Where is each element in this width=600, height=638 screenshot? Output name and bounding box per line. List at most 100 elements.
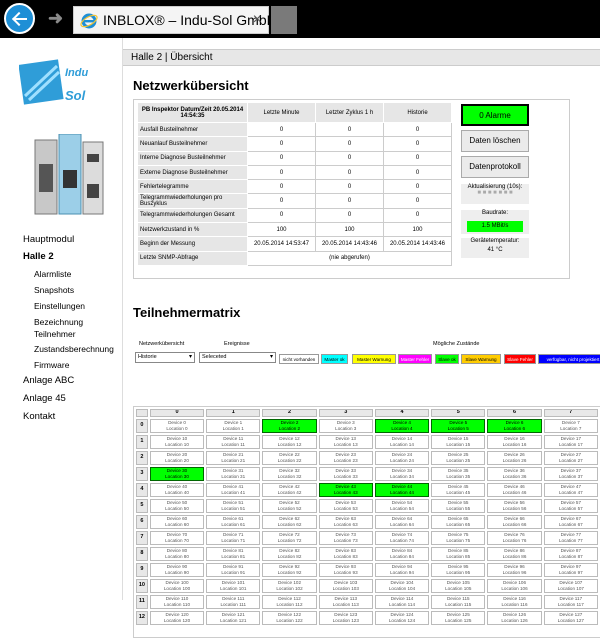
matrix-cell[interactable]: Device 82 Location 82: [262, 546, 317, 561]
matrix-cell[interactable]: Device 120 Location 120: [149, 610, 205, 625]
matrix-cell[interactable]: Device 4 Location 4: [374, 418, 430, 433]
matrix-cell[interactable]: Device 26 Location 26: [487, 450, 542, 465]
matrix-cell[interactable]: Device 67 Location 67: [543, 514, 598, 529]
matrix-cell[interactable]: Device 87 Location 87: [543, 546, 598, 561]
matrix-cell[interactable]: Device 92 Location 92: [262, 562, 317, 577]
matrix-cell[interactable]: Device 43 Location 43: [318, 482, 373, 497]
matrix-cell[interactable]: Device 84 Location 84: [374, 546, 430, 561]
matrix-cell[interactable]: Device 121 Location 121: [206, 610, 261, 625]
matrix-cell[interactable]: Device 76 Location 76: [487, 530, 542, 545]
matrix-cell[interactable]: Device 113 Location 113: [318, 594, 373, 609]
new-tab-button[interactable]: [271, 6, 297, 34]
matrix-cell[interactable]: Device 81 Location 81: [206, 546, 261, 561]
events-select[interactable]: Seleceted: [199, 352, 276, 363]
matrix-cell[interactable]: Device 6 Location 6: [487, 418, 542, 433]
matrix-cell[interactable]: Device 42 Location 42: [262, 482, 317, 497]
sidebar-item-einstellungen[interactable]: Einstellungen: [34, 300, 85, 312]
matrix-cell[interactable]: Device 51 Location 51: [206, 498, 261, 513]
matrix-cell[interactable]: Device 46 Location 46: [487, 482, 542, 497]
sidebar-item-firmware[interactable]: Firmware: [34, 359, 69, 371]
matrix-cell[interactable]: Device 66 Location 66: [487, 514, 542, 529]
matrix-cell[interactable]: Device 10 Location 10: [149, 434, 205, 449]
browser-tab[interactable]: INBLOX® – Indu-Sol GmbH ×: [73, 6, 277, 34]
matrix-cell[interactable]: Device 37 Location 37: [543, 466, 598, 481]
matrix-cell[interactable]: Device 2 Location 2: [262, 418, 317, 433]
matrix-cell[interactable]: Device 111 Location 111: [206, 594, 261, 609]
matrix-cell[interactable]: Device 110 Location 110: [149, 594, 205, 609]
matrix-cell[interactable]: Device 100 Location 100: [149, 578, 205, 593]
matrix-cell[interactable]: Device 74 Location 74: [374, 530, 430, 545]
sidebar-item-zustandsberechnung[interactable]: Zustandsberechnung: [34, 343, 114, 355]
matrix-cell[interactable]: Device 124 Location 124: [374, 610, 430, 625]
matrix-cell[interactable]: Device 50 Location 50: [149, 498, 205, 513]
matrix-cell[interactable]: Device 90 Location 90: [149, 562, 205, 577]
matrix-cell[interactable]: Device 30 Location 30: [149, 466, 205, 481]
matrix-cell[interactable]: Device 44 Location 44: [374, 482, 430, 497]
matrix-cell[interactable]: Device 36 Location 36: [487, 466, 542, 481]
matrix-cell[interactable]: Device 106 Location 106: [487, 578, 542, 593]
matrix-cell[interactable]: Device 62 Location 62: [262, 514, 317, 529]
network-overview-select[interactable]: Historie: [135, 352, 195, 363]
matrix-cell[interactable]: Device 12 Location 12: [262, 434, 317, 449]
matrix-cell[interactable]: Device 31 Location 31: [206, 466, 261, 481]
matrix-cell[interactable]: Device 15 Location 15: [431, 434, 486, 449]
matrix-cell[interactable]: Device 57 Location 57: [543, 498, 598, 513]
matrix-cell[interactable]: Device 22 Location 22: [262, 450, 317, 465]
matrix-cell[interactable]: Device 103 Location 103: [318, 578, 373, 593]
matrix-cell[interactable]: Device 47 Location 47: [543, 482, 598, 497]
matrix-cell[interactable]: Device 61 Location 61: [206, 514, 261, 529]
matrix-cell[interactable]: Device 65 Location 65: [431, 514, 486, 529]
matrix-cell[interactable]: Device 41 Location 41: [206, 482, 261, 497]
matrix-cell[interactable]: Device 3 Location 3: [318, 418, 373, 433]
matrix-cell[interactable]: Device 32 Location 32: [262, 466, 317, 481]
matrix-cell[interactable]: Device 53 Location 53: [318, 498, 373, 513]
matrix-cell[interactable]: Device 60 Location 60: [149, 514, 205, 529]
delete-data-button[interactable]: Daten löschen: [461, 130, 529, 152]
matrix-cell[interactable]: Device 96 Location 96: [487, 562, 542, 577]
matrix-cell[interactable]: Device 72 Location 72: [262, 530, 317, 545]
forward-arrow-icon[interactable]: ➜: [48, 8, 63, 28]
matrix-cell[interactable]: Device 17 Location 17: [543, 434, 598, 449]
matrix-cell[interactable]: Device 75 Location 75: [431, 530, 486, 545]
matrix-cell[interactable]: Device 122 Location 122: [262, 610, 317, 625]
matrix-cell[interactable]: Device 54 Location 54: [374, 498, 430, 513]
matrix-cell[interactable]: Device 93 Location 93: [318, 562, 373, 577]
matrix-cell[interactable]: Device 20 Location 20: [149, 450, 205, 465]
matrix-cell[interactable]: Device 114 Location 114: [374, 594, 430, 609]
matrix-cell[interactable]: Device 14 Location 14: [374, 434, 430, 449]
matrix-cell[interactable]: Device 115 Location 115: [431, 594, 486, 609]
matrix-cell[interactable]: Device 21 Location 21: [206, 450, 261, 465]
sidebar-item-anlage-abc[interactable]: Anlage ABC: [23, 375, 74, 387]
matrix-cell[interactable]: Device 70 Location 70: [149, 530, 205, 545]
matrix-cell[interactable]: Device 85 Location 85: [431, 546, 486, 561]
matrix-cell[interactable]: Device 112 Location 112: [262, 594, 317, 609]
matrix-cell[interactable]: Device 117 Location 117: [543, 594, 598, 609]
matrix-cell[interactable]: Device 123 Location 123: [318, 610, 373, 625]
matrix-cell[interactable]: Device 102 Location 102: [262, 578, 317, 593]
matrix-cell[interactable]: Device 45 Location 45: [431, 482, 486, 497]
matrix-cell[interactable]: Device 94 Location 94: [374, 562, 430, 577]
close-tab-icon[interactable]: ×: [253, 11, 262, 29]
matrix-cell[interactable]: Device 33 Location 33: [318, 466, 373, 481]
matrix-cell[interactable]: Device 27 Location 27: [543, 450, 598, 465]
matrix-cell[interactable]: Device 77 Location 77: [543, 530, 598, 545]
matrix-cell[interactable]: Device 126 Location 126: [487, 610, 542, 625]
sidebar-item-hauptmodul[interactable]: Hauptmodul: [23, 234, 74, 246]
matrix-cell[interactable]: Device 35 Location 35: [431, 466, 486, 481]
matrix-cell[interactable]: Device 1 Location 1: [206, 418, 261, 433]
matrix-cell[interactable]: Device 80 Location 80: [149, 546, 205, 561]
sidebar-item-anlage-45[interactable]: Anlage 45: [23, 393, 66, 405]
matrix-cell[interactable]: Device 11 Location 11: [206, 434, 261, 449]
matrix-cell[interactable]: Device 116 Location 116: [487, 594, 542, 609]
sidebar-item-kontakt[interactable]: Kontakt: [23, 411, 55, 423]
matrix-cell[interactable]: Device 64 Location 64: [374, 514, 430, 529]
matrix-cell[interactable]: Device 7 Location 7: [543, 418, 598, 433]
matrix-cell[interactable]: Device 83 Location 83: [318, 546, 373, 561]
sidebar-item-snapshots[interactable]: Snapshots: [34, 284, 74, 296]
matrix-cell[interactable]: Device 55 Location 55: [431, 498, 486, 513]
matrix-cell[interactable]: Device 105 Location 105: [431, 578, 486, 593]
matrix-cell[interactable]: Device 24 Location 24: [374, 450, 430, 465]
matrix-cell[interactable]: Device 125 Location 125: [431, 610, 486, 625]
sidebar-item-bezeichnung-teilnehmer[interactable]: Bezeichnung Teilnehmer: [34, 316, 104, 340]
data-protocol-button[interactable]: Datenprotokoll: [461, 156, 529, 178]
